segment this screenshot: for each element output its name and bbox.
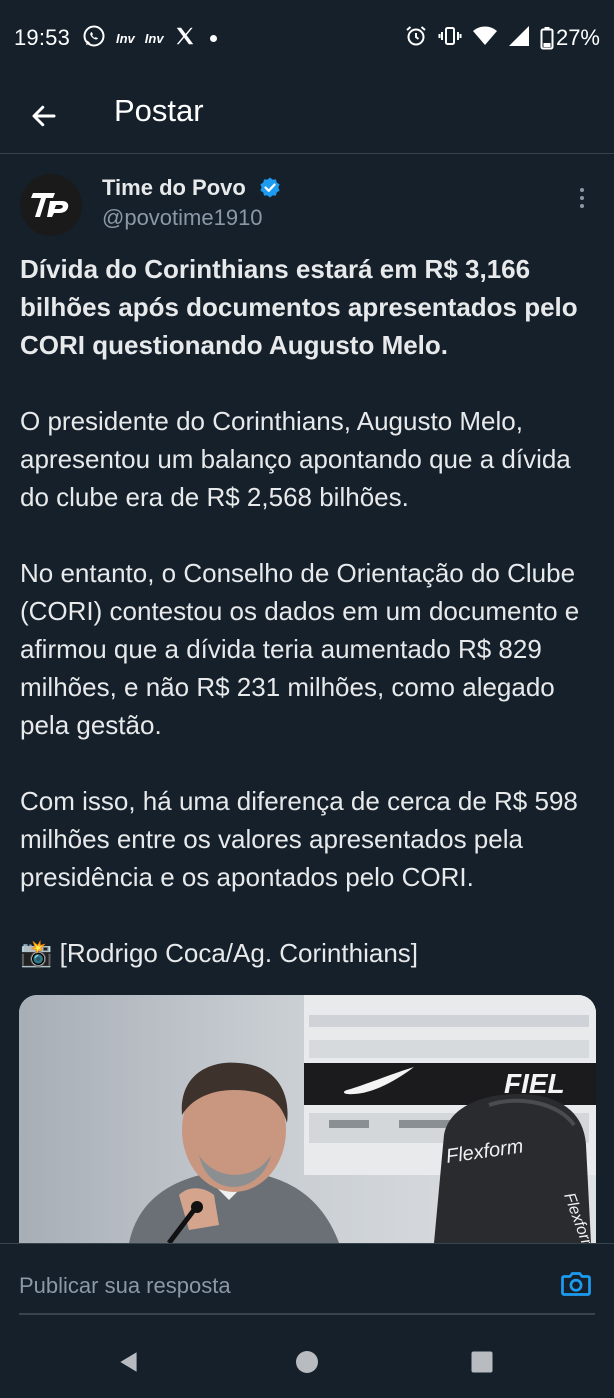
camera-icon <box>561 1272 591 1296</box>
inv-icon: Inv <box>116 30 135 46</box>
nav-home-button[interactable] <box>290 1345 324 1379</box>
system-status-icons: 27% <box>404 24 600 52</box>
more-options-button[interactable] <box>566 180 598 216</box>
page-title: Postar <box>114 93 204 128</box>
home-circle-icon <box>296 1351 318 1373</box>
vibrate-icon <box>438 24 462 53</box>
x-icon <box>174 25 196 52</box>
recents-square-icon <box>471 1351 493 1373</box>
status-bar: 19:53 Inv Inv 27% <box>0 0 614 76</box>
post-image[interactable]: FIEL Flexform Flexform <box>19 995 596 1243</box>
photo-credit: 📸 [Rodrigo Coca/Ag. Corinthians] <box>20 938 418 968</box>
whatsapp-icon <box>82 24 106 53</box>
camera-button[interactable] <box>558 1266 594 1302</box>
more-dot <box>580 196 584 200</box>
more-dot <box>580 204 584 208</box>
nav-back-button[interactable] <box>112 1345 146 1379</box>
battery-icon: 27% <box>540 25 600 51</box>
back-triangle-icon <box>120 1352 137 1372</box>
dot-icon <box>209 34 217 42</box>
back-button[interactable] <box>18 90 70 142</box>
press-conference-photo: FIEL Flexform Flexform <box>19 995 596 1243</box>
author-handle[interactable]: @povotime1910 <box>102 205 263 231</box>
nav-recents-button[interactable] <box>465 1345 499 1379</box>
system-nav-bar <box>0 1325 614 1398</box>
status-time: 19:53 <box>14 25 71 50</box>
avatar[interactable] <box>20 174 82 236</box>
post-paragraph: No entanto, o Conselho de Orientação do … <box>20 558 580 740</box>
post-paragraph: Com isso, há uma diferença de cerca de R… <box>20 786 578 892</box>
inv-icon: Inv <box>144 30 164 46</box>
alarm-icon <box>404 24 428 53</box>
team-logo-icon <box>31 193 69 217</box>
reply-underline <box>19 1313 595 1315</box>
post-paragraph: O presidente do Corinthians, Augusto Mel… <box>20 406 571 512</box>
reply-bar <box>0 1243 614 1325</box>
notification-icons: Inv Inv <box>82 24 217 52</box>
arrow-left-icon <box>32 105 56 127</box>
reply-input[interactable] <box>19 1266 539 1306</box>
author-name[interactable]: Time do Povo <box>102 175 246 201</box>
post-text: Dívida do Corinthians estará em R$ 3,166… <box>20 250 600 972</box>
wifi-icon <box>472 24 498 53</box>
post-headline: Dívida do Corinthians estará em R$ 3,166… <box>20 254 578 360</box>
battery-percent: 27% <box>555 25 600 50</box>
signal-icon <box>508 25 530 52</box>
verified-badge-icon <box>258 176 282 200</box>
more-vertical-icon <box>580 188 584 192</box>
top-bar: Postar <box>0 76 614 154</box>
